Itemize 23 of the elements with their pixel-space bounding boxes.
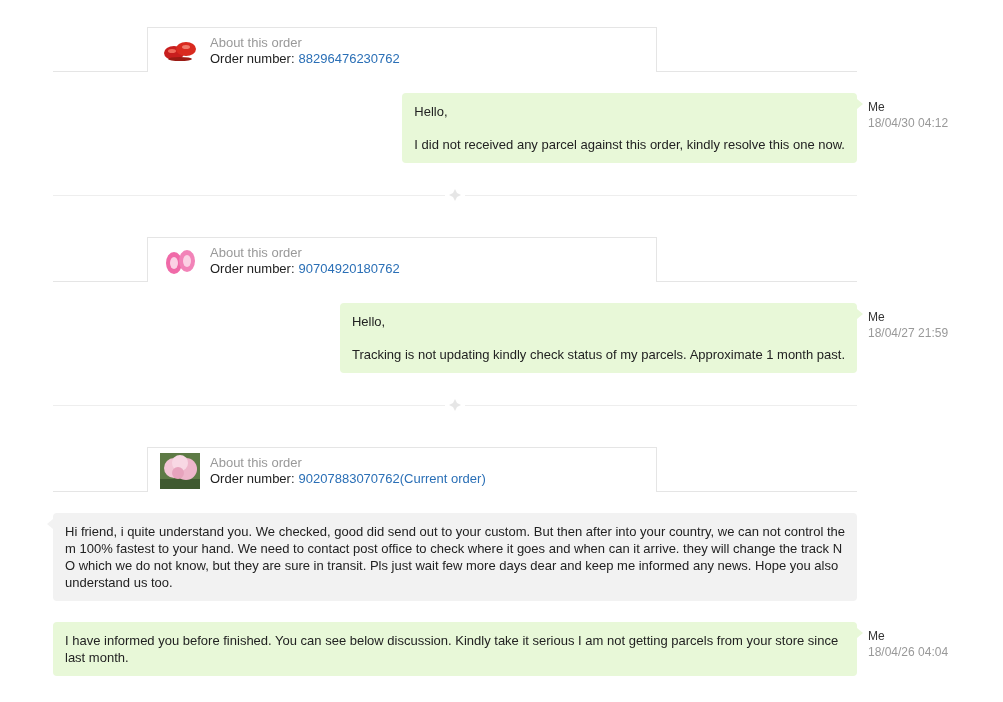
message-text: I did not received any parcel against this order, kindly resolve this one now. [414,136,845,153]
sender-name: Me [868,309,886,325]
diamond-icon [449,399,461,411]
order-number-label: Order number: [210,260,295,277]
message-text: Hello, [414,103,449,120]
order-number-link[interactable]: 90207883070762(Current order) [298,470,486,487]
order-number-link[interactable]: 90704920180762 [298,260,400,277]
order-number-label: Order number: [210,50,295,67]
order-label: About this order [210,454,303,471]
message-text: Tracking is not updating kindly check status of my parcels. Approximate 1 month past. [351,346,845,363]
message-time: 18/04/26 04:04 [868,644,949,660]
message-time: 18/04/30 04:12 [868,115,949,131]
message-text: Hello, [351,313,387,330]
sender-name: Me [868,99,886,115]
order-label: About this order [210,34,303,51]
diamond-icon [449,189,461,201]
sender-name: Me [868,628,886,644]
order-label: About this order [210,244,303,261]
message-text: Hi friend, i quite understand you. We checked, good did send out to your custom. But then after into your country, we can not control them 100% fastest to your hand. We need to contact post office to check where it goes and when can it arrive. they will change the track NO which we do not know, but they are sure in transit. Pls just wait few more days dear and keep me informed any news. Hope you also understand us too. [65,523,845,591]
message-time: 18/04/27 21:59 [868,325,949,341]
order-number-link[interactable]: 88296476230762 [298,50,400,67]
order-number-label: Order number: [210,470,295,487]
message-text: I have informed you before finished. You can see below discussion. Kindly take it serious I am not getting parcels from your store since last month. [65,632,840,666]
